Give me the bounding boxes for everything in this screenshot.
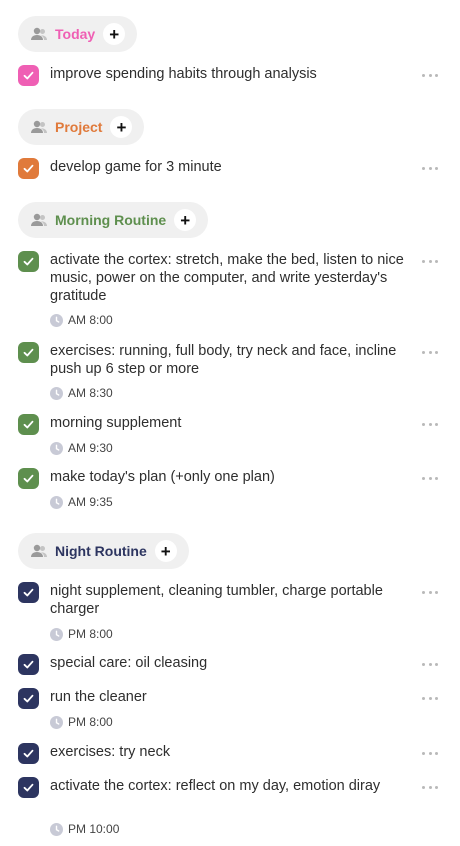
task-time-label: AM 9:35 — [68, 495, 113, 509]
task-title[interactable]: exercises: running, full body, try neck … — [50, 342, 416, 378]
more-dots-icon[interactable] — [422, 695, 438, 701]
more-dots-icon[interactable] — [422, 421, 438, 427]
people-icon — [31, 213, 47, 226]
add-task-button[interactable]: + — [103, 23, 126, 45]
group-header-night-routine[interactable]: Night Routine + — [18, 533, 189, 569]
group-title: Project — [55, 119, 103, 135]
task-time: AM 9:35 — [50, 495, 113, 509]
checkmark-icon — [23, 420, 34, 429]
more-dots-icon[interactable] — [422, 589, 438, 595]
plus-icon: + — [160, 541, 171, 561]
task-time: PM 8:00 — [50, 627, 113, 641]
task-checkbox[interactable] — [18, 414, 39, 435]
more-dots-icon[interactable] — [422, 349, 438, 355]
clock-icon — [50, 313, 63, 327]
plus-icon: + — [180, 210, 191, 230]
task-title[interactable]: activate the cortex: reflect on my day, … — [50, 777, 416, 795]
more-dots-icon[interactable] — [422, 750, 438, 756]
task-checkbox[interactable] — [18, 468, 39, 489]
checkmark-icon — [23, 660, 34, 669]
add-task-button[interactable]: + — [154, 540, 177, 562]
task-time-label: PM 8:00 — [68, 627, 113, 641]
group-title: Night Routine — [55, 543, 147, 559]
task-title[interactable]: morning supplement — [50, 414, 416, 432]
checkmark-icon — [23, 348, 34, 357]
task-title[interactable]: improve spending habits through analysis — [50, 65, 416, 83]
clock-icon — [50, 715, 63, 729]
group-header-morning-routine[interactable]: Morning Routine + — [18, 202, 209, 238]
task-title[interactable]: exercises: try neck — [50, 743, 416, 761]
checkmark-icon — [23, 783, 34, 792]
task-checkbox[interactable] — [18, 777, 39, 798]
task-time: PM 8:00 — [50, 715, 113, 729]
plus-icon: + — [116, 117, 127, 137]
task-title[interactable]: night supplement, cleaning tumbler, char… — [50, 582, 416, 618]
task-title[interactable]: activate the cortex: stretch, make the b… — [50, 251, 416, 305]
clock-icon — [50, 627, 63, 641]
task-checkbox[interactable] — [18, 251, 39, 272]
clock-icon — [50, 386, 63, 400]
clock-icon — [50, 822, 63, 836]
plus-icon: + — [109, 24, 120, 44]
group-title: Morning Routine — [55, 212, 167, 228]
task-checkbox[interactable] — [18, 688, 39, 709]
task-time: AM 8:30 — [50, 386, 113, 400]
task-title[interactable]: run the cleaner — [50, 688, 416, 706]
task-checkbox[interactable] — [18, 582, 39, 603]
more-dots-icon[interactable] — [422, 661, 438, 667]
task-title[interactable]: develop game for 3 minute — [50, 158, 416, 176]
more-dots-icon[interactable] — [422, 784, 438, 790]
task-time: AM 9:30 — [50, 441, 113, 455]
more-dots-icon[interactable] — [422, 72, 438, 78]
add-task-button[interactable]: + — [174, 209, 197, 231]
people-icon — [31, 27, 47, 40]
checkmark-icon — [23, 71, 34, 80]
clock-icon — [50, 495, 63, 509]
clock-icon — [50, 441, 63, 455]
more-dots-icon[interactable] — [422, 475, 438, 481]
group-title: Today — [55, 26, 96, 42]
more-dots-icon[interactable] — [422, 258, 438, 264]
group-header-project[interactable]: Project + — [18, 109, 145, 145]
task-time-label: AM 9:30 — [68, 441, 113, 455]
checkmark-icon — [23, 474, 34, 483]
task-checkbox[interactable] — [18, 65, 39, 86]
add-task-button[interactable]: + — [110, 116, 133, 138]
more-dots-icon[interactable] — [422, 165, 438, 171]
checkmark-icon — [23, 588, 34, 597]
checkmark-icon — [23, 694, 34, 703]
task-title[interactable]: make today's plan (+only one plan) — [50, 468, 416, 486]
task-checkbox[interactable] — [18, 654, 39, 675]
task-time-label: PM 8:00 — [68, 715, 113, 729]
checkmark-icon — [23, 164, 34, 173]
task-time-label: AM 8:30 — [68, 386, 113, 400]
task-time-label: PM 10:00 — [68, 822, 120, 836]
routine-task-list: Today + improve spending habits through … — [0, 0, 460, 846]
people-icon — [31, 120, 47, 133]
people-icon — [31, 544, 47, 557]
task-checkbox[interactable] — [18, 342, 39, 363]
task-checkbox[interactable] — [18, 158, 39, 179]
checkmark-icon — [23, 257, 34, 266]
task-checkbox[interactable] — [18, 743, 39, 764]
checkmark-icon — [23, 749, 34, 758]
task-time-label: AM 8:00 — [68, 313, 113, 327]
group-header-today[interactable]: Today + — [18, 16, 138, 52]
task-title[interactable]: special care: oil cleasing — [50, 654, 416, 672]
task-time: PM 10:00 — [50, 822, 119, 836]
task-time: AM 8:00 — [50, 313, 113, 327]
